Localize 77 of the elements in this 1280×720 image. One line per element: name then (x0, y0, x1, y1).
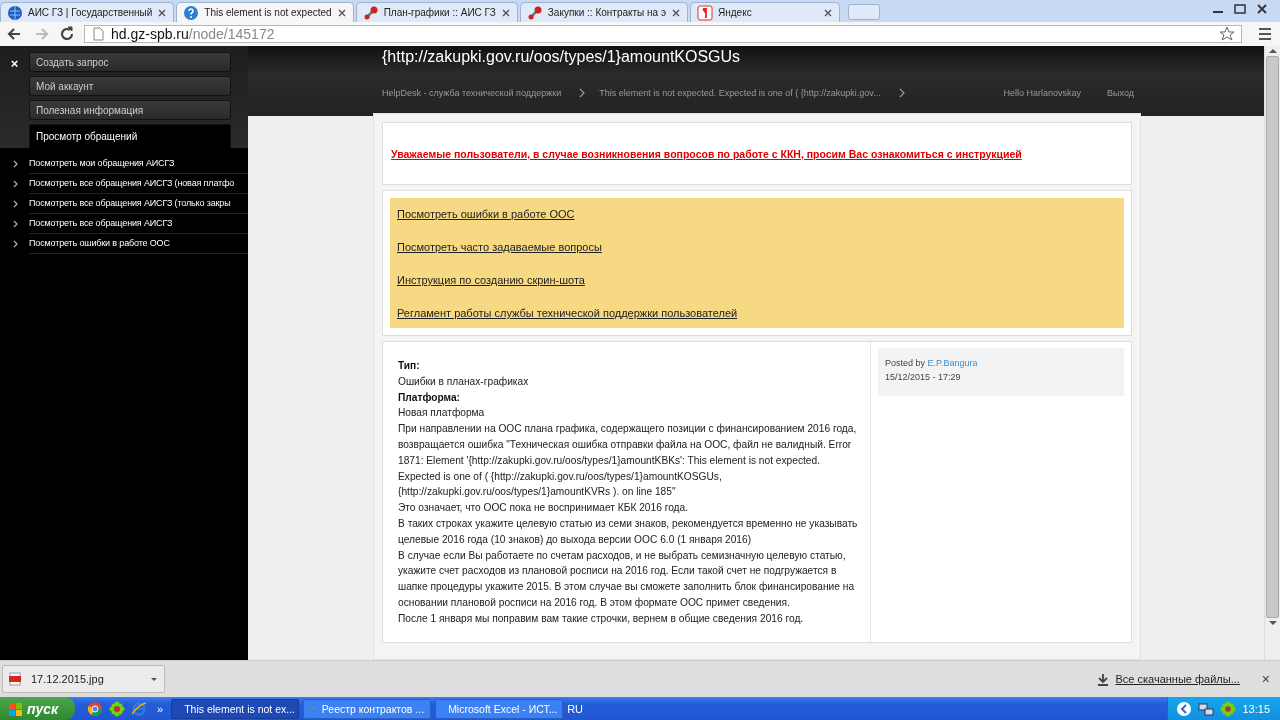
sidebar-link[interactable]: Посмотреть мои обращения АИСГЗ (29, 154, 248, 174)
close-icon[interactable] (671, 7, 682, 18)
start-button[interactable]: пуск (0, 697, 75, 720)
browser-tab[interactable]: План-графики :: АИС ГЗ (355, 2, 518, 22)
windows-logo-icon (8, 700, 23, 717)
quick-link[interactable]: Регламент работы службы технической поддержки пользователей (397, 307, 738, 319)
post-text: Это означает, что ООС пока не воспринимает КБК 2016 года. (398, 501, 690, 516)
chevron-icon (13, 160, 19, 168)
sidebar-link[interactable]: Посмотреть ошибки в работе ООС (29, 234, 248, 254)
more-button[interactable]: » (157, 702, 164, 715)
image-file-icon (9, 671, 21, 687)
page-title: {http://zakupki.gov.ru/oos/types/1}amountKOSGUs (382, 48, 741, 65)
posted-by-label: Posted by (885, 358, 927, 368)
sidebar-link[interactable]: Посмотреть все обращения АИСГЗ (только закры (29, 194, 248, 214)
wrench-icon (526, 4, 543, 21)
sidebar-menu-item[interactable]: Создать запрос (29, 52, 231, 72)
chevron-icon (13, 240, 19, 248)
quick-link[interactable]: Инструкция по созданию скрин-шота (397, 274, 585, 286)
close-button[interactable]: × (1255, 671, 1276, 687)
post-text: В случае если Вы работаете по счетам расходов, и не выбрать семизначную целевую статью, укажите счет расходов из плановой росписи на 2016 год. Если такой счет не подгружается в шапке процедуры укажите 2015. В этом случае вы сможете заполнить блок финансирование на основании плановой росписи на 2016 год. В этом формате ООС примет сведения. (398, 548, 856, 610)
reload-icon[interactable] (58, 25, 76, 43)
close-button[interactable]: × (10, 57, 19, 70)
chevron-icon (13, 180, 19, 188)
post-text: Ошибки в планах-графиках (398, 374, 530, 389)
menu-icon[interactable] (1256, 25, 1274, 43)
browser-tab[interactable]: АИС ГЗ | Государственный (0, 2, 175, 22)
help-icon (183, 4, 200, 21)
language-indicator[interactable]: RU (567, 702, 583, 715)
sidebar-link[interactable]: Посмотреть все обращения АИСГЗ (новая платфо (29, 174, 248, 194)
clock: 13:15 (1242, 702, 1270, 715)
field-label: Платформа: (398, 390, 461, 405)
quick-link[interactable]: Посмотреть часто задаваемые вопросы (397, 241, 602, 253)
taskbar-button[interactable]: Microsoft Excel - ИСТ... (435, 698, 564, 719)
network-icon[interactable] (1198, 700, 1215, 717)
post-date: 15/12/2015 - 17:29 (885, 372, 961, 382)
browser-tab[interactable]: Яндекс (690, 2, 841, 22)
field-label: Тип: (398, 359, 421, 373)
browser-tab[interactable]: Закупки :: Контракты на э (519, 2, 689, 22)
flower-icon[interactable] (109, 700, 125, 717)
flower-icon[interactable] (1220, 700, 1237, 717)
chevron-icon (579, 88, 586, 98)
all-downloads-link[interactable]: Все скачанные файлы... (1115, 673, 1240, 685)
post-text: Новая платформа (398, 406, 486, 421)
dropdown-icon (150, 676, 158, 682)
download-icon (1097, 672, 1110, 686)
browser-tab[interactable]: This element is not expected (176, 2, 354, 22)
sidebar-menu-item[interactable]: Просмотр обращений (29, 124, 231, 148)
notice-link[interactable]: Уважаемые пользователи, в случае возникновения вопросов по работе с ККН, просим Вас ознакомиться с инструкцией (391, 147, 1022, 160)
download-item[interactable]: 17.12.2015.jpg (2, 665, 165, 693)
close-icon[interactable] (823, 7, 834, 18)
breadcrumb-link[interactable]: HelpDesk - служба технической поддержки (382, 88, 562, 98)
user-link[interactable]: Hello Harlanovskay (1003, 88, 1082, 98)
post-text: В таких строках укажите целевую статью из семи знаков, рекомендуется временно не указывать целевые 2016 года (10 знаков) до выхода версии ООС 6.0 (1 января 2016) (398, 516, 858, 547)
post-text: При направлении на ООС плана графика, содержащего позиции с финансированием 2016 года, возвращается ошибка "Техническая ошибка отправки файла на ООС, файл не валидный. Error 1871: Element '{http://zakupki.gov.ru/oos/types/1}amountKBKs': This element is not expected. Expected is one of ( {http://zakupki.gov.ru/oos/types/1}amountKOSGUs, {http://zakupki.gov.ru/oos/types/1}amountKVRs ). on line 185" (398, 422, 858, 500)
page-icon (91, 27, 105, 41)
close-icon[interactable] (500, 7, 511, 18)
quick-link[interactable]: Посмотреть ошибки в работе ООС (397, 208, 575, 220)
close-icon[interactable] (157, 7, 168, 18)
expand-icon[interactable] (1176, 700, 1193, 717)
breadcrumb-link[interactable]: This element is not expected. Expected is one of ( {http://zakupki.gov... (599, 88, 881, 98)
address-field[interactable]: hd.gz-spb.ru/node/145172 (84, 25, 1242, 43)
taskbar-button[interactable]: This element is not ex... (171, 698, 300, 719)
sidebar-menu-item[interactable]: Мой аккаунт (29, 76, 231, 96)
wrench-icon (362, 4, 379, 21)
sidebar-link[interactable]: Посмотреть все обращения АИСГЗ (29, 214, 248, 234)
post-text: После 1 января мы поправим вам такие строчки, вернем в общие сведения 2016 год. (398, 611, 805, 626)
scrollbar-thumb[interactable] (1266, 56, 1279, 618)
star-icon[interactable] (1219, 26, 1235, 42)
close-icon[interactable] (336, 7, 347, 18)
sidebar-menu-item[interactable]: Полезная информация (29, 100, 231, 120)
taskbar-button[interactable]: Реестр контрактов ... (303, 698, 432, 719)
chrome-icon[interactable] (87, 700, 103, 717)
chevron-icon (13, 200, 19, 208)
chevron-icon (13, 220, 19, 228)
logout-link[interactable]: Выход (1107, 88, 1134, 98)
globe-icon (7, 4, 23, 21)
chevron-icon (898, 88, 905, 98)
